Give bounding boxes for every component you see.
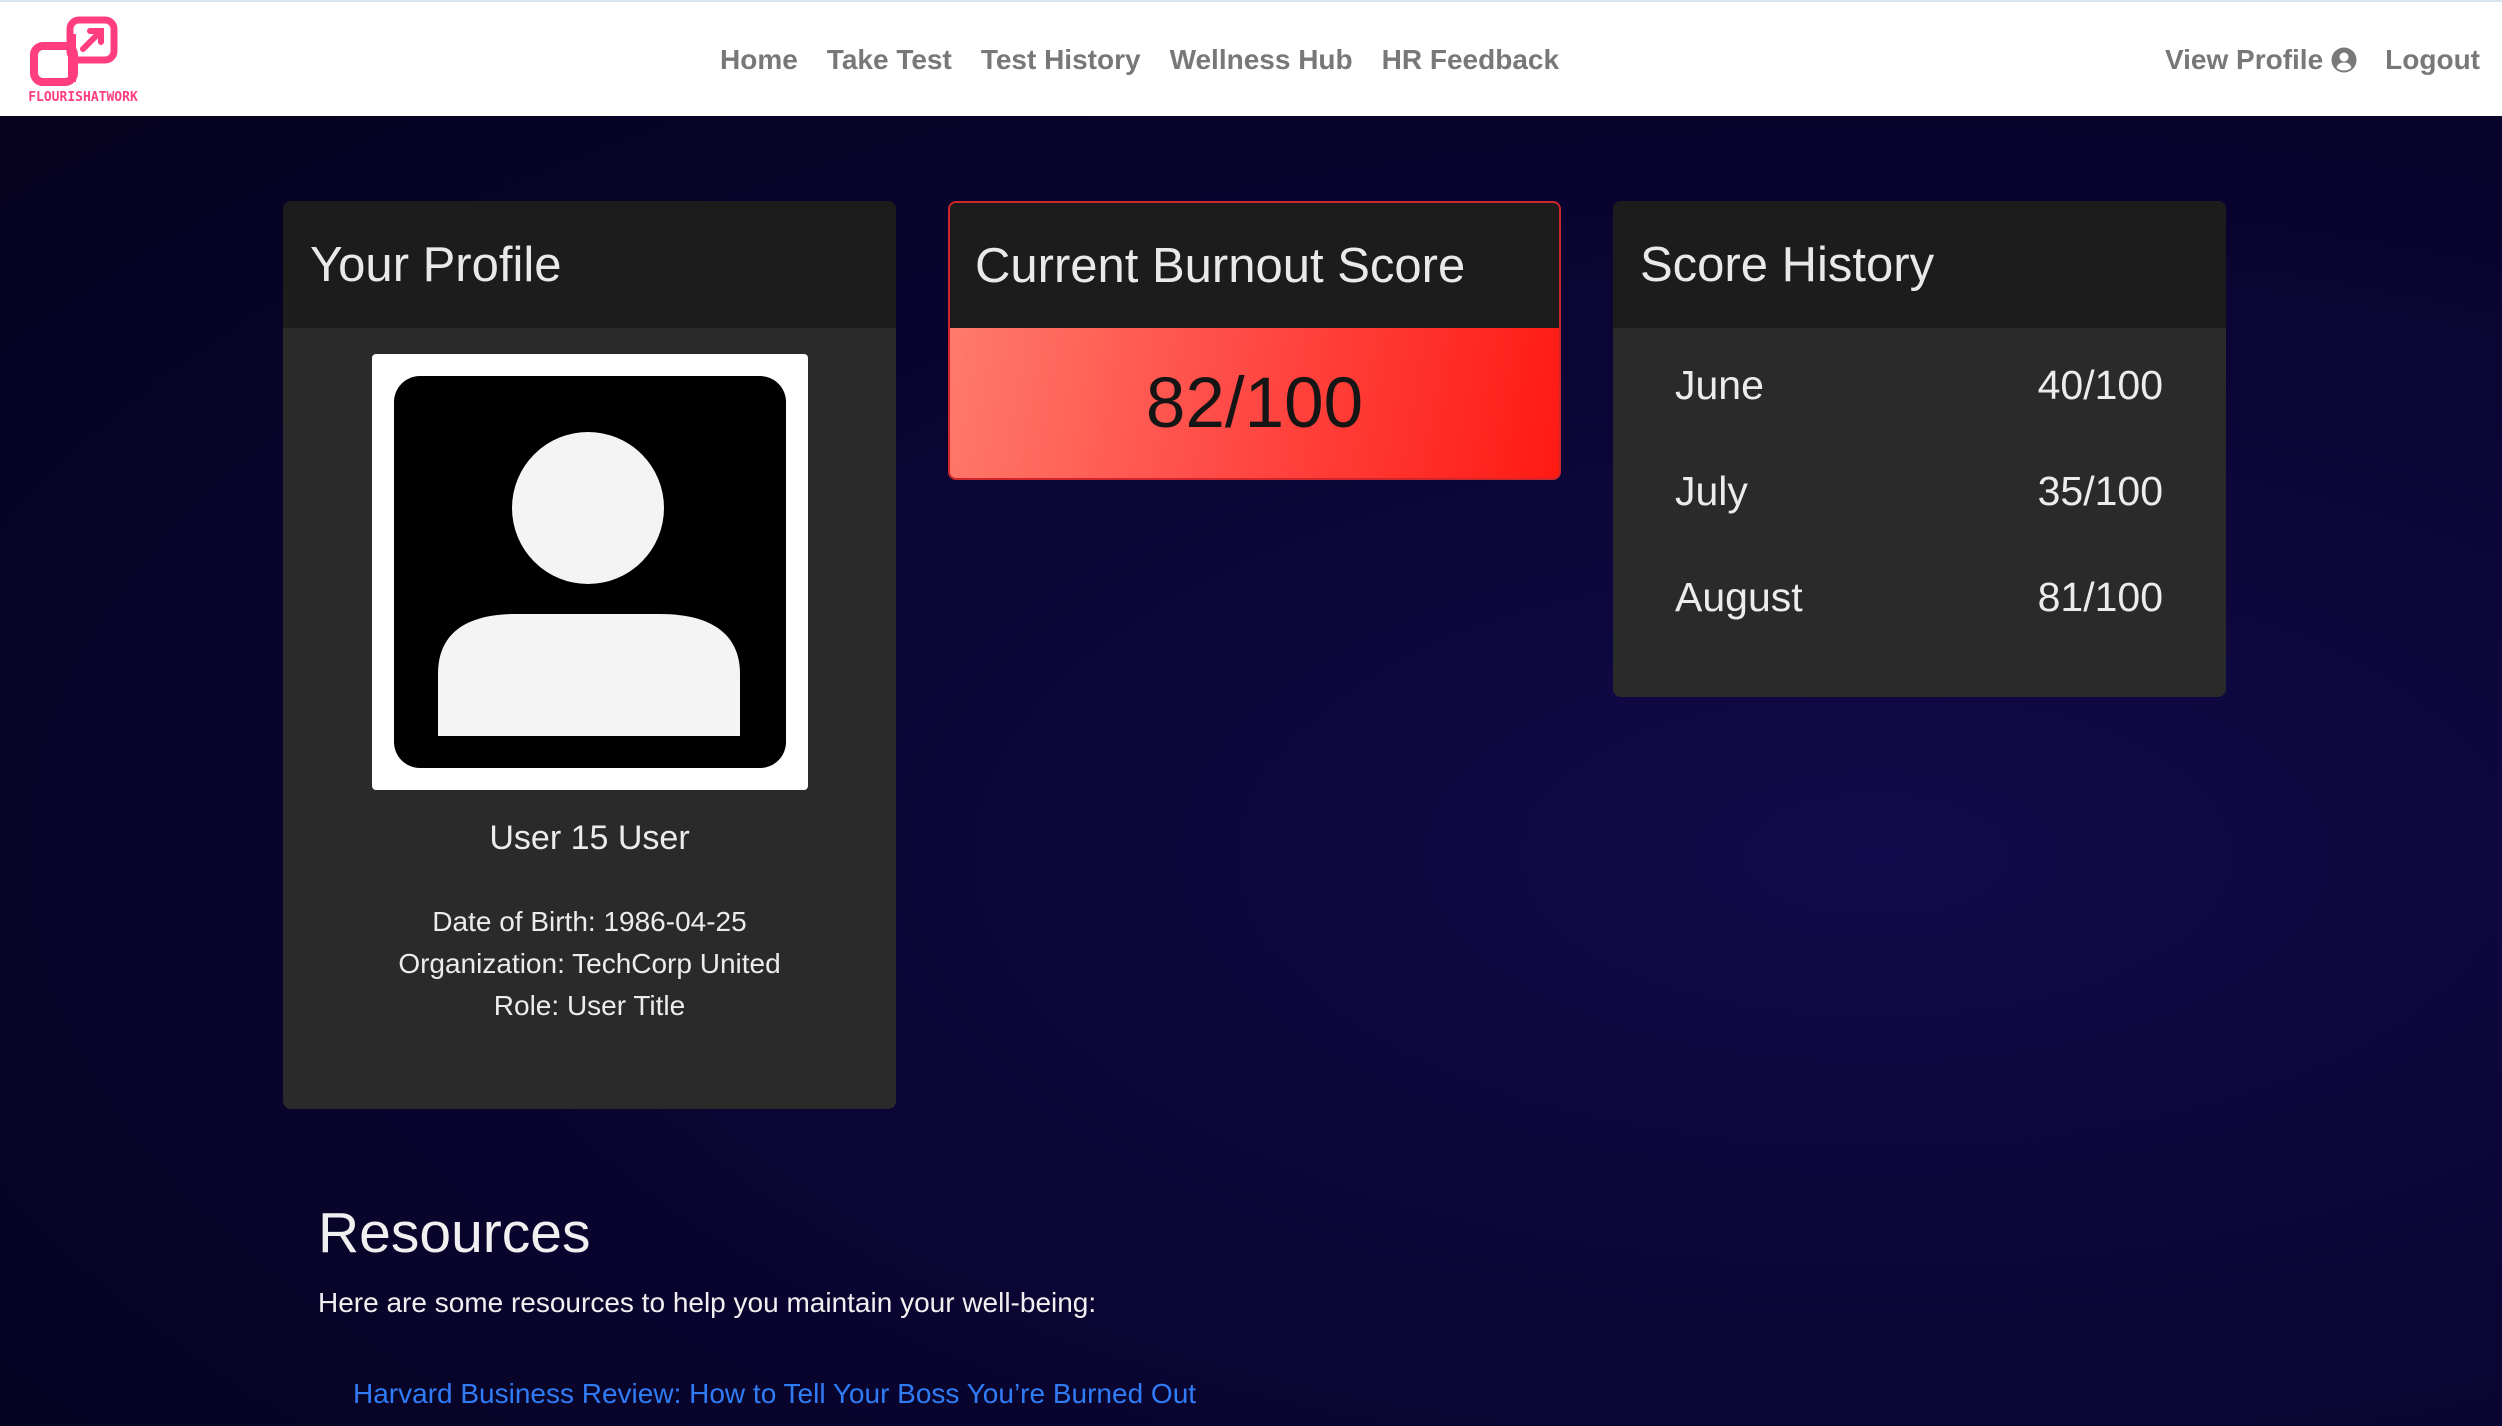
history-list: June 40/100 July 35/100 August 81/100 xyxy=(1675,362,2163,680)
resources-intro: Here are some resources to help you main… xyxy=(318,1287,1097,1318)
view-profile-label: View Profile xyxy=(2164,44,2324,75)
history-card-title: Score History xyxy=(1613,201,2226,328)
history-score: 35/100 xyxy=(2037,468,2163,514)
profile-card-title: Your Profile xyxy=(283,201,896,328)
avatar xyxy=(372,354,808,790)
history-row: July 35/100 xyxy=(1675,468,2163,574)
history-score: 81/100 xyxy=(2037,574,2163,620)
history-score: 40/100 xyxy=(2037,362,2163,408)
history-row: August 81/100 xyxy=(1675,574,2163,680)
history-month: August xyxy=(1675,574,1803,620)
profile-organization: Organization: TechCorp United xyxy=(398,948,781,979)
resources-title: Resources xyxy=(318,1201,591,1265)
burnout-card-title: Current Burnout Score xyxy=(950,203,1559,328)
logout-link[interactable]: Logout xyxy=(2385,44,2480,76)
nav-right: View Profile Logout xyxy=(2165,2,2480,118)
nav-home[interactable]: Home xyxy=(720,44,798,76)
burnout-score-card: Current Burnout Score 82/100 xyxy=(948,201,1561,480)
logo-text: FLOURISHATWORK xyxy=(28,90,138,105)
nav-test-history[interactable]: Test History xyxy=(981,44,1141,76)
navbar: FLOURISHATWORK Home Take Test Test Histo… xyxy=(0,0,2502,116)
profile-role: Role: User Title xyxy=(493,990,686,1021)
resource-link-hbr[interactable]: Harvard Business Review: How to Tell You… xyxy=(353,1378,1196,1410)
brand-logo[interactable]: FLOURISHATWORK xyxy=(12,14,154,106)
burnout-score-value: 82/100 xyxy=(950,328,1559,478)
nav-wellness-hub[interactable]: Wellness Hub xyxy=(1170,44,1353,76)
nav-hr-feedback[interactable]: HR Feedback xyxy=(1382,44,1559,76)
profile-dob: Date of Birth: 1986-04-25 xyxy=(432,906,747,937)
flourish-logo-icon xyxy=(30,16,118,86)
nav-take-test[interactable]: Take Test xyxy=(827,44,952,76)
avatar-placeholder-icon xyxy=(394,376,786,768)
history-month: July xyxy=(1675,468,1748,514)
user-circle-icon xyxy=(2331,47,2357,73)
score-history-card: Score History June 40/100 July 35/100 Au… xyxy=(1613,201,2226,697)
history-month: June xyxy=(1675,362,1764,408)
profile-details: Date of Birth: 1986-04-25 Organization: … xyxy=(283,901,896,1027)
profile-card: Your Profile User 15 User Date of Birth:… xyxy=(283,201,896,1109)
view-profile-link[interactable]: View Profile xyxy=(2165,44,2357,76)
history-row: June 40/100 xyxy=(1675,362,2163,468)
profile-name: User 15 User xyxy=(489,819,690,857)
nav-links: Home Take Test Test History Wellness Hub… xyxy=(720,2,1559,118)
